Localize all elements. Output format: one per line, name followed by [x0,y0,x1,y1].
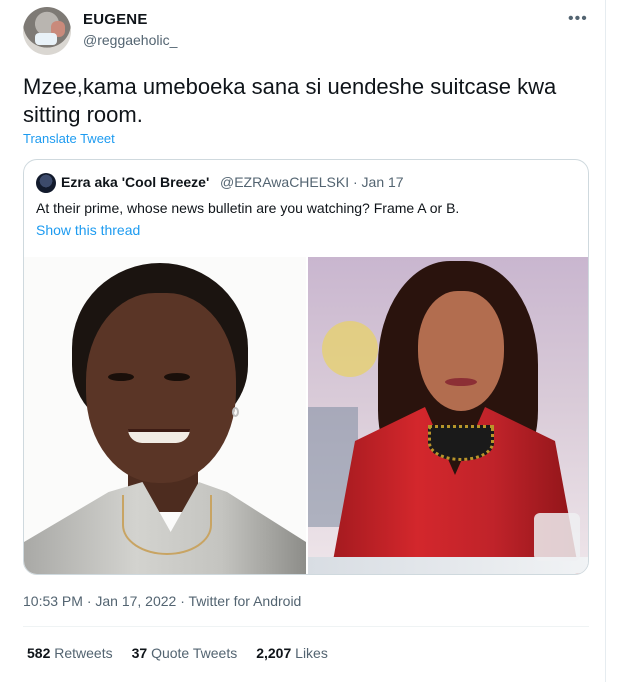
author-name[interactable]: EUGENE [83,11,148,28]
quote-tweets-count: 37 [131,645,148,661]
likes-count: 2,207 [256,645,292,661]
photo-a-earring [232,407,239,417]
avatar-mask [35,33,57,45]
quoted-tweet-text: At their prime, whose news bulletin are … [36,200,460,216]
photo-a-necklace [122,495,212,555]
author-handle[interactable]: @reggaeholic_ [83,32,177,48]
quoted-author-handle-date: @EZRAwaCHELSKI · Jan 17 [220,174,404,190]
quoted-tweet-card[interactable]: Ezra aka 'Cool Breeze' @EZRAwaCHELSKI · … [23,159,589,575]
photo-a-face [86,293,236,483]
author-avatar[interactable] [23,7,71,55]
quoted-author-name: Ezra aka 'Cool Breeze' [61,174,210,190]
photo-b-collar [428,425,494,461]
retweets-stat[interactable]: 582 Retweets [27,645,113,661]
photo-frame-a[interactable] [24,257,306,574]
photo-a-left-eye [108,373,134,381]
translate-tweet-link[interactable]: Translate Tweet [23,131,115,146]
likes-stat[interactable]: 2,207 Likes [256,645,328,661]
divider [23,626,589,627]
likes-label: Likes [295,645,328,661]
photo-b-lips [445,378,477,386]
quote-tweets-label: Quote Tweets [151,645,238,661]
engagement-stats: 582 Retweets 37 Quote Tweets 2,207 Likes [27,645,328,661]
retweets-label: Retweets [54,645,113,661]
photo-b-background-flower [322,321,378,377]
tweet-timestamp[interactable]: 10:53 PM · Jan 17, 2022 · Twitter for An… [23,593,301,609]
photo-b-face [418,291,504,411]
photo-a-smile [128,429,190,443]
photo-a-right-eye [164,373,190,381]
photo-frame-b[interactable] [308,257,588,574]
tweet-text: Mzee,kama umeboeka sana si uendeshe suit… [23,74,557,127]
more-horizontal-icon[interactable]: ••• [568,10,588,28]
photo-b-cup [534,513,580,561]
retweets-count: 582 [27,645,51,661]
quote-tweets-stat[interactable]: 37 Quote Tweets [132,645,238,661]
quoted-author-avatar [36,173,56,193]
tweet-detail: EUGENE @reggaeholic_ ••• Mzee,kama umebo… [0,0,606,682]
show-thread-link[interactable]: Show this thread [36,222,140,238]
